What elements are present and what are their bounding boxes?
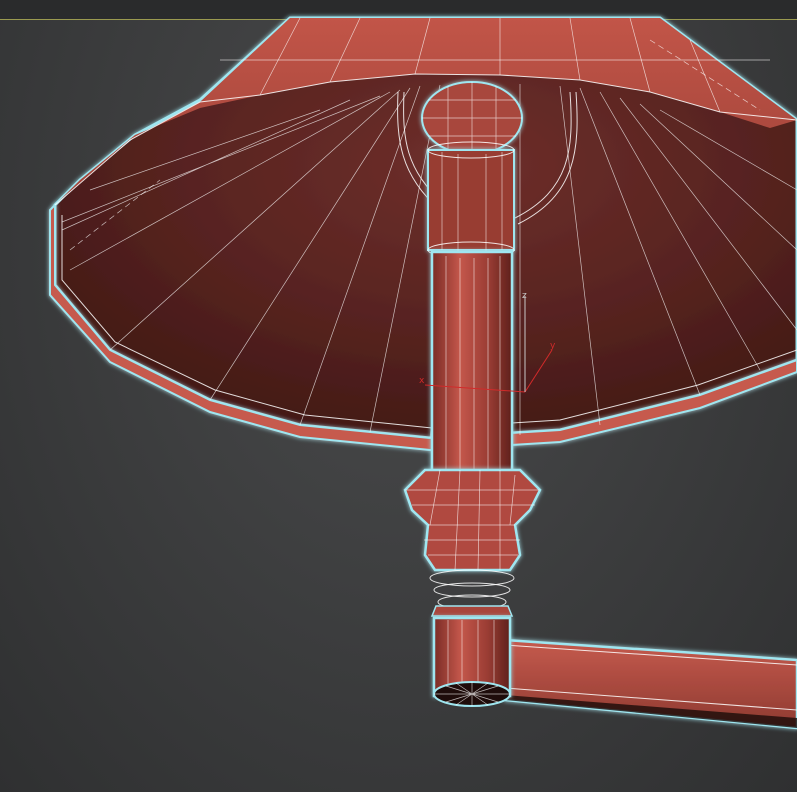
lamp-upper-collar[interactable] [427,141,515,259]
gizmo-x-label: x [419,376,425,386]
lamp-collar[interactable] [403,468,542,617]
gizmo-z-label: z [522,291,527,301]
viewport-scene[interactable]: x y z [0,0,797,792]
lamp-base-cap[interactable] [432,616,512,707]
lamp-finial[interactable] [421,81,523,155]
lamp-arm[interactable] [503,638,797,730]
gizmo-y-label: y [550,341,556,351]
3d-viewport[interactable]: x y z [0,0,797,792]
lamp-stem[interactable] [430,250,514,476]
